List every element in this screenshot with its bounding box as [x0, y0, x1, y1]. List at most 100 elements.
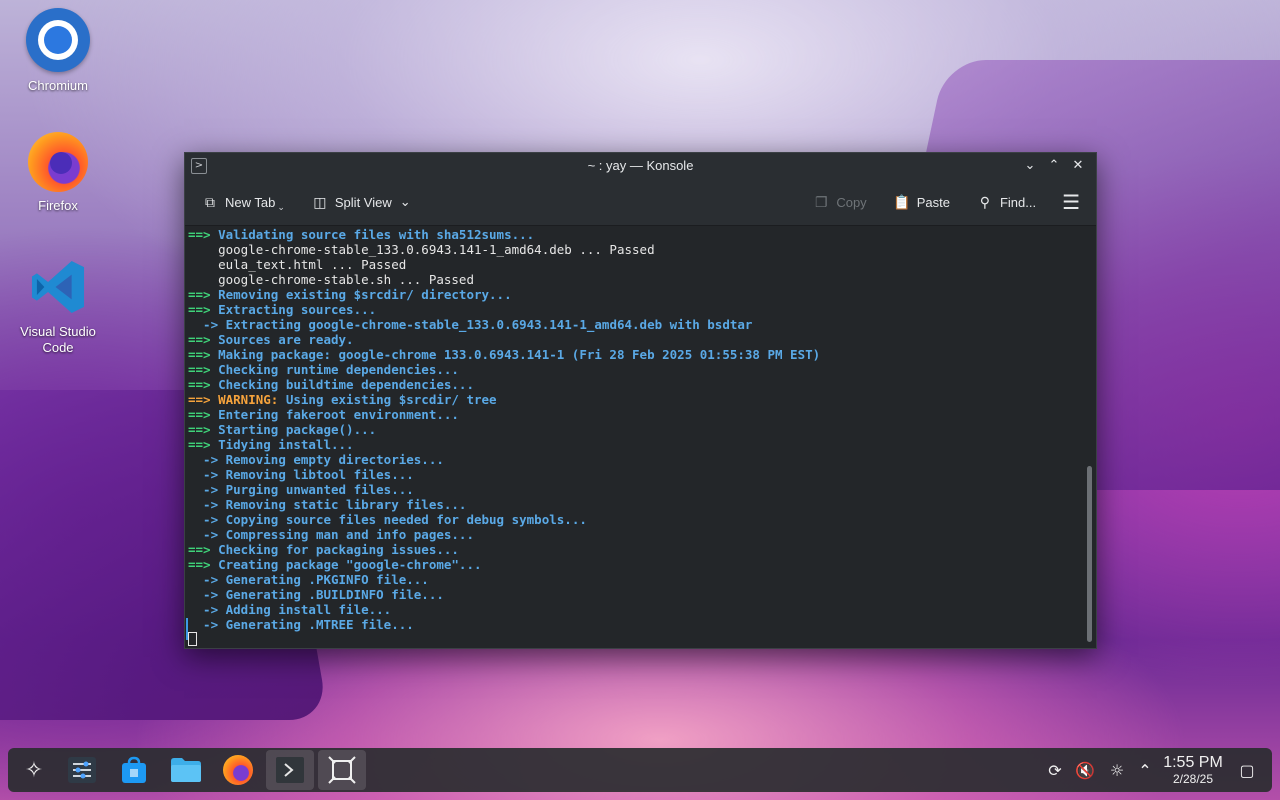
paste-icon: 📋 — [892, 193, 911, 210]
terminal-line-prefix: ==> — [188, 437, 211, 452]
chevron-down-icon: ⌄ — [277, 201, 285, 212]
paste-button[interactable]: 📋 Paste — [887, 187, 956, 217]
terminal-line: ==> Removing existing $srcdir/ directory… — [188, 287, 1082, 302]
copy-button[interactable]: ❐ Copy — [806, 187, 872, 217]
terminal-line-text: Sources are ready. — [210, 332, 354, 347]
terminal-line: eula_text.html ... Passed — [188, 257, 1082, 272]
terminal-prompt-line — [188, 632, 1082, 647]
scrollbar[interactable] — [1084, 226, 1094, 648]
terminal-line-prefix: -> — [188, 467, 219, 482]
toolbar: ⧉ New Tab ⌄ ◫ Split View ⌄ ❐ Copy 📋 Past… — [185, 179, 1096, 226]
firefox-icon[interactable] — [214, 750, 262, 790]
terminal-line-text: google-chrome-stable.sh ... Passed — [188, 272, 474, 287]
copy-label: Copy — [836, 194, 867, 210]
terminal-line-text: eula_text.html ... Passed — [188, 257, 407, 272]
paste-label: Paste — [916, 194, 950, 210]
terminal-line-text: Adding install file... — [218, 602, 392, 617]
terminal-output[interactable]: ==> Validating source files with sha512s… — [185, 226, 1082, 648]
network-icon[interactable]: ⟳ — [1040, 748, 1070, 792]
terminal-line-text: Tidying install... — [210, 437, 354, 452]
terminal-line: ==> Tidying install... — [188, 437, 1082, 452]
desktop-icon-label: Visual Studio Code — [20, 324, 96, 355]
terminal-line-text: Removing libtool files... — [218, 467, 414, 482]
chevron-down-icon: ⌄ — [399, 194, 411, 209]
terminal-line: ==> Checking for packaging issues... — [188, 542, 1082, 557]
terminal-line-prefix: -> — [188, 617, 219, 632]
close-icon[interactable]: ✕ — [1066, 153, 1090, 179]
terminal-line: -> Generating .MTREE file... — [188, 617, 1082, 632]
desktop-icon-chromium[interactable]: Chromium — [3, 8, 113, 94]
terminal-line-prefix: ==> — [188, 542, 211, 557]
split-view-button[interactable]: ◫ Split View ⌄ — [305, 187, 417, 217]
show-desktop-icon[interactable]: ▢ — [1232, 748, 1262, 792]
terminal-line-prefix: -> — [188, 602, 219, 617]
terminal-line-text: Using existing $srcdir/ tree — [278, 392, 497, 407]
chevron-up-icon[interactable]: ⌃ — [1130, 748, 1160, 792]
terminal-line: ==> Checking runtime dependencies... — [188, 362, 1082, 377]
taskbar: ✧ ⟳ 🔇 ☼ ⌃ 1:55 PM 2/28/25 ▢ — [8, 748, 1272, 792]
vscode-icon — [31, 260, 85, 314]
desktop-icon-vscode[interactable]: Visual Studio Code — [3, 256, 113, 356]
terminal-line-text: Extracting sources... — [210, 302, 377, 317]
volume-muted-icon[interactable]: 🔇 — [1070, 748, 1100, 792]
desktop-icon-firefox[interactable]: Firefox — [3, 132, 113, 214]
titlebar[interactable]: > ~ : yay — Konsole ⌄ ⌃ ✕ — [185, 153, 1096, 179]
new-tab-icon: ⧉ — [205, 193, 215, 210]
terminal-line-prefix: ==> — [188, 332, 211, 347]
terminal-line: ==> WARNING: Using existing $srcdir/ tre… — [188, 392, 1082, 407]
terminal-line-text: Purging unwanted files... — [218, 482, 414, 497]
terminal-line-prefix: ==> — [188, 422, 211, 437]
scrollbar-thumb[interactable] — [1087, 466, 1092, 642]
screenshot-tool-icon[interactable] — [318, 750, 366, 790]
terminal-line: google-chrome-stable.sh ... Passed — [188, 272, 1082, 287]
clock-time: 1:55 PM — [1163, 754, 1223, 771]
terminal-line-prefix: -> — [188, 527, 219, 542]
prompt-marker — [186, 618, 188, 640]
terminal-line-prefix: -> — [188, 572, 219, 587]
terminal-line-prefix: ==> — [188, 392, 211, 407]
application-launcher-icon[interactable]: ✧ — [10, 750, 58, 790]
new-tab-button[interactable]: ⧉ New Tab ⌄ — [195, 187, 291, 217]
terminal-line: -> Removing static library files... — [188, 497, 1082, 512]
terminal-line-text: Checking for packaging issues... — [210, 542, 459, 557]
terminal-line: -> Compressing man and info pages... — [188, 527, 1082, 542]
terminal-line-text: Removing existing $srcdir/ directory... — [210, 287, 512, 302]
terminal-line-text: Checking buildtime dependencies... — [210, 377, 474, 392]
terminal-line-text: Making package: google-chrome 133.0.6943… — [210, 347, 821, 362]
file-manager-icon[interactable] — [162, 750, 210, 790]
terminal-line-text: Entering fakeroot environment... — [210, 407, 459, 422]
terminal-line: ==> Making package: google-chrome 133.0.… — [188, 347, 1082, 362]
desktop-icon-label: Chromium — [28, 78, 88, 93]
terminal-line-prefix: -> — [188, 482, 219, 497]
hamburger-menu-icon[interactable]: ☰ — [1056, 187, 1086, 217]
split-view-icon: ◫ — [313, 193, 327, 210]
terminal-line: ==> Entering fakeroot environment... — [188, 407, 1082, 422]
terminal-line: -> Removing libtool files... — [188, 467, 1082, 482]
terminal-line: -> Copying source files needed for debug… — [188, 512, 1082, 527]
terminal-line: -> Generating .BUILDINFO file... — [188, 587, 1082, 602]
warning-label: WARNING: — [210, 392, 279, 407]
terminal-line: ==> Sources are ready. — [188, 332, 1082, 347]
terminal-line-text: Creating package "google-chrome"... — [210, 557, 482, 572]
discover-store-icon[interactable] — [110, 750, 158, 790]
chromium-icon — [26, 8, 90, 72]
terminal-line-text: Extracting google-chrome-stable_133.0.69… — [218, 317, 753, 332]
maximize-icon[interactable]: ⌃ — [1042, 153, 1066, 179]
terminal-line-text: Generating .BUILDINFO file... — [218, 587, 444, 602]
terminal-line: ==> Creating package "google-chrome"... — [188, 557, 1082, 572]
system-settings-icon[interactable] — [58, 750, 106, 790]
terminal-line-text: Copying source files needed for debug sy… — [218, 512, 587, 527]
clock[interactable]: 1:55 PM 2/28/25 — [1158, 754, 1228, 786]
find-label: Find... — [999, 194, 1037, 210]
terminal-line-prefix: -> — [188, 317, 219, 332]
find-button[interactable]: ⚲ Find... — [970, 187, 1042, 217]
brightness-icon[interactable]: ☼ — [1102, 748, 1132, 792]
minimize-icon[interactable]: ⌄ — [1018, 153, 1042, 179]
terminal-line: -> Adding install file... — [188, 602, 1082, 617]
terminal-line-prefix: ==> — [188, 227, 211, 242]
terminal-line: ==> Starting package()... — [188, 422, 1082, 437]
terminal-line-prefix: ==> — [188, 557, 211, 572]
konsole-icon[interactable] — [266, 750, 314, 790]
terminal-line: google-chrome-stable_133.0.6943.141-1_am… — [188, 242, 1082, 257]
terminal-line-prefix: ==> — [188, 377, 211, 392]
